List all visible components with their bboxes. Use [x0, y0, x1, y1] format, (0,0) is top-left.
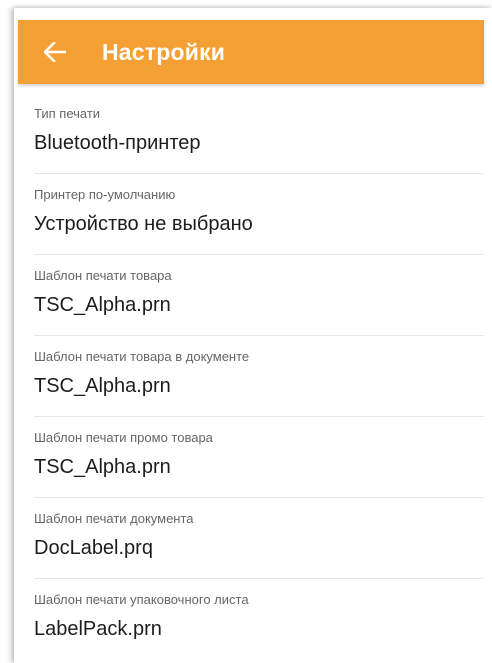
setting-label: Шаблон печати документа	[34, 511, 194, 526]
arrow-left-icon	[44, 42, 66, 62]
setting-label: Шаблон печати товара в документе	[34, 349, 250, 364]
settings-list: Тип печати Bluetooth-принтер Принтер по-…	[34, 93, 484, 660]
setting-label: Шаблон печати упаковочного листа	[34, 592, 249, 607]
setting-print-type[interactable]: Тип печати Bluetooth-принтер	[34, 93, 484, 174]
setting-value: DocLabel.prq	[34, 537, 153, 559]
back-button[interactable]	[32, 20, 78, 84]
setting-value: LabelPack.prn	[34, 618, 162, 640]
setting-label: Принтер по-умолчанию	[34, 187, 176, 202]
setting-value: Устройство не выбрано	[34, 213, 253, 235]
page-title: Настройки	[102, 38, 226, 65]
setting-document-product-template[interactable]: Шаблон печати товара в документе TSC_Alp…	[34, 336, 484, 417]
setting-value: TSC_Alpha.prn	[34, 456, 171, 478]
setting-packing-list-template[interactable]: Шаблон печати упаковочного листа LabelPa…	[34, 579, 484, 660]
setting-default-printer[interactable]: Принтер по-умолчанию Устройство не выбра…	[34, 174, 484, 255]
setting-product-template[interactable]: Шаблон печати товара TSC_Alpha.prn	[34, 255, 484, 336]
setting-value: TSC_Alpha.prn	[34, 375, 171, 397]
setting-promo-template[interactable]: Шаблон печати промо товара TSC_Alpha.prn	[34, 417, 484, 498]
setting-document-template[interactable]: Шаблон печати документа DocLabel.prq	[34, 498, 484, 579]
setting-label: Шаблон печати промо товара	[34, 430, 213, 445]
setting-value: TSC_Alpha.prn	[34, 294, 171, 316]
app-bar: Настройки	[18, 20, 484, 84]
setting-label: Тип печати	[34, 106, 101, 121]
setting-value: Bluetooth-принтер	[34, 132, 201, 154]
setting-label: Шаблон печати товара	[34, 268, 172, 283]
